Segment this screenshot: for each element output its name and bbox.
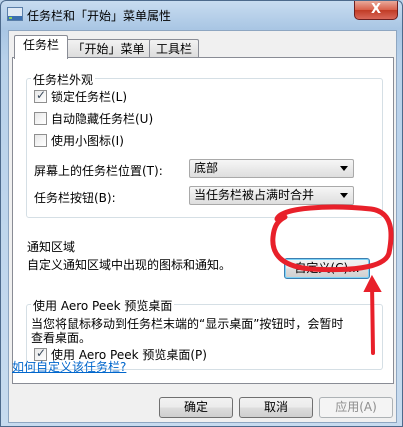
appearance-group: 任务栏外观 锁定任务栏(L) 自动隐藏任务栏(U) 使用小图标(I) 屏幕上的任… [26, 71, 383, 218]
dialog-body: 任务栏 「开始」菜单 工具栏 任务栏外观 锁定任务栏(L) 自动隐藏任务栏(U)… [8, 30, 397, 423]
autohide-label: 自动隐藏任务栏(U) [51, 112, 154, 126]
properties-dialog: 任务栏和「开始」菜单属性 X 任务栏 「开始」菜单 工具栏 任务栏外观 锁定任务… [0, 0, 403, 427]
window-title: 任务栏和「开始」菜单属性 [27, 9, 172, 23]
location-select[interactable]: 底部 [189, 159, 354, 178]
notification-text: 自定义通知区域中出现的图标和通知。 [27, 258, 232, 272]
aero-peek-description-2: 查看桌面。 [31, 331, 92, 345]
lock-taskbar-label: 锁定任务栏(L) [51, 90, 128, 104]
appearance-legend: 任务栏外观 [31, 71, 96, 88]
aero-peek-legend: 使用 Aero Peek 预览桌面 [31, 297, 175, 314]
chevron-down-icon [340, 166, 348, 171]
cancel-button[interactable]: 取消 [239, 397, 313, 418]
tab-panel: 任务栏外观 锁定任务栏(L) 自动隐藏任务栏(U) 使用小图标(I) 屏幕上的任… [12, 57, 394, 384]
chevron-down-icon [340, 193, 348, 198]
lock-taskbar-checkbox[interactable] [34, 88, 47, 103]
tab-taskbar[interactable]: 任务栏 [14, 35, 68, 59]
small-icons-label: 使用小图标(I) [51, 134, 124, 148]
buttons-label: 任务栏按钮(B): [34, 191, 116, 205]
ok-button[interactable]: 确定 [159, 397, 233, 418]
notification-legend: 通知区域 [27, 240, 76, 254]
buttons-value: 当任务栏被占满时合并 [194, 188, 315, 202]
location-value: 底部 [194, 161, 219, 175]
customize-button[interactable]: 自定义(C)... [284, 258, 370, 279]
tab-toolbars[interactable]: 工具栏 [149, 39, 199, 58]
location-label: 屏幕上的任务栏位置(T): [34, 164, 163, 178]
buttons-select[interactable]: 当任务栏被占满时合并 [189, 186, 354, 205]
tab-start-menu[interactable]: 「开始」菜单 [66, 39, 151, 58]
taskbar-app-icon [7, 7, 23, 21]
apply-button[interactable]: 应用(A) [319, 397, 393, 418]
help-link[interactable]: 如何自定义该任务栏? [12, 358, 126, 375]
close-button[interactable]: X [354, 1, 398, 20]
title-bar[interactable]: 任务栏和「开始」菜单属性 X [1, 1, 402, 29]
autohide-checkbox[interactable] [34, 112, 47, 125]
small-icons-checkbox[interactable] [34, 134, 47, 147]
